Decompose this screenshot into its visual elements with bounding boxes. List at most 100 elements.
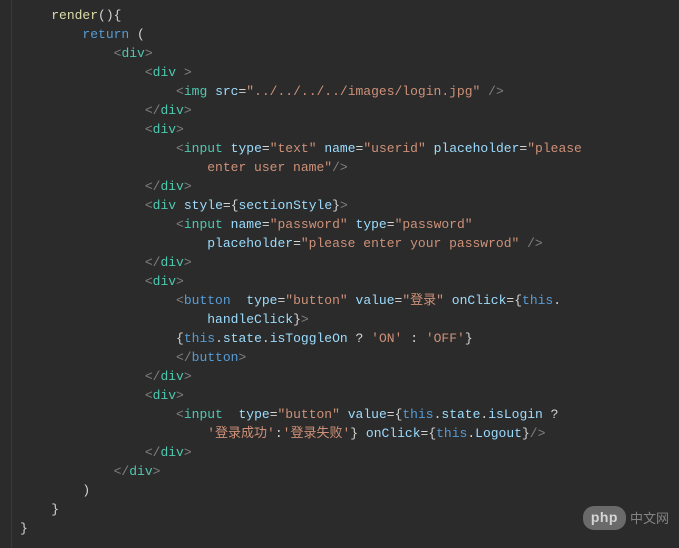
code-token: > (184, 65, 192, 80)
code-token: /> (332, 160, 348, 175)
code-token: onClick (452, 293, 507, 308)
code-token: "password" (270, 217, 348, 232)
code-token: "userid" (363, 141, 425, 156)
code-token: . (262, 331, 270, 346)
code-token (348, 217, 356, 232)
code-line: <div style={sectionStyle}> (20, 196, 679, 215)
code-token: "text" (270, 141, 317, 156)
code-token: < (145, 65, 153, 80)
code-token (223, 407, 239, 422)
code-token: div (129, 464, 152, 479)
code-line: </div> (20, 443, 679, 462)
code-token: . (467, 426, 475, 441)
code-token: </ (145, 445, 161, 460)
code-line: <input name="password" type="password" (20, 215, 679, 234)
code-token: 'OFF' (426, 331, 465, 346)
code-token: div (160, 179, 183, 194)
code-token: < (176, 84, 184, 99)
code-token: </ (176, 350, 192, 365)
code-token: div (153, 122, 176, 137)
watermark-suffix: 中文网 (630, 509, 669, 528)
code-token (340, 407, 348, 422)
code-token: < (145, 388, 153, 403)
code-token: div (153, 65, 176, 80)
code-token (223, 141, 231, 156)
code-token: } (350, 426, 358, 441)
code-token: input (184, 217, 223, 232)
code-token: < (176, 293, 184, 308)
code-token: /> (530, 426, 546, 441)
code-token: < (176, 141, 184, 156)
code-token: > (184, 179, 192, 194)
code-token: type (231, 141, 262, 156)
code-token: '登录失败' (283, 426, 351, 441)
code-token: > (176, 122, 184, 137)
code-token: { (176, 331, 184, 346)
editor-gutter (0, 0, 12, 548)
code-line: <div> (20, 44, 679, 63)
code-line: {this.state.isToggleOn ? 'ON' : 'OFF'} (20, 329, 679, 348)
code-token (363, 331, 371, 346)
code-token: handleClick (207, 312, 293, 327)
code-token: input (184, 407, 223, 422)
code-token: div (153, 388, 176, 403)
code-token: type (246, 293, 277, 308)
code-token (348, 293, 356, 308)
code-line: <div > (20, 63, 679, 82)
code-token: </ (114, 464, 130, 479)
code-token: "please (527, 141, 589, 156)
code-line: <div> (20, 272, 679, 291)
code-token: state (223, 331, 262, 346)
code-token: < (145, 274, 153, 289)
code-token: } (332, 198, 340, 213)
code-token: div (160, 445, 183, 460)
code-token: style (184, 198, 223, 213)
code-token: (){ (98, 8, 121, 23)
code-token: = (262, 141, 270, 156)
code-token: < (145, 198, 153, 213)
code-token: img (184, 84, 207, 99)
code-token: /> (527, 236, 543, 251)
code-token (444, 293, 452, 308)
code-token: "password" (395, 217, 473, 232)
code-token: onClick (366, 426, 421, 441)
code-token: } (20, 521, 28, 536)
code-token: = (293, 236, 301, 251)
code-line: </div> (20, 101, 679, 120)
code-token: > (153, 464, 161, 479)
code-token: > (176, 274, 184, 289)
code-token: name (324, 141, 355, 156)
code-token: = (262, 217, 270, 232)
code-token (231, 293, 247, 308)
code-token: isToggleOn (270, 331, 348, 346)
code-line: </button> (20, 348, 679, 367)
code-token: { (428, 426, 436, 441)
code-line: <div> (20, 386, 679, 405)
watermark: php 中文网 (583, 506, 669, 530)
code-line: <input type="text" name="userid" placeho… (20, 139, 679, 158)
code-token: > (145, 46, 153, 61)
code-line: enter user name"/> (20, 158, 679, 177)
code-token: = (270, 407, 278, 422)
code-token: > (184, 369, 192, 384)
code-line: } (20, 500, 679, 519)
code-token: 'ON' (371, 331, 402, 346)
code-line: placeholder="please enter your passwrod"… (20, 234, 679, 253)
code-token (358, 426, 366, 441)
code-token: : (275, 426, 283, 441)
code-line: </div> (20, 177, 679, 196)
code-token: > (301, 312, 309, 327)
code-token: div (153, 198, 176, 213)
code-token: input (184, 141, 223, 156)
code-token: ( (129, 27, 145, 42)
code-token: < (145, 122, 153, 137)
code-token: = (387, 407, 395, 422)
code-token: "please enter your passwrod" (301, 236, 519, 251)
code-token: { (514, 293, 522, 308)
code-line: <img src="../../../../images/login.jpg" … (20, 82, 679, 101)
code-line: render(){ (20, 6, 679, 25)
code-token: placeholder (207, 236, 293, 251)
code-token (223, 217, 231, 232)
code-token: > (340, 198, 348, 213)
code-token: this (436, 426, 467, 441)
